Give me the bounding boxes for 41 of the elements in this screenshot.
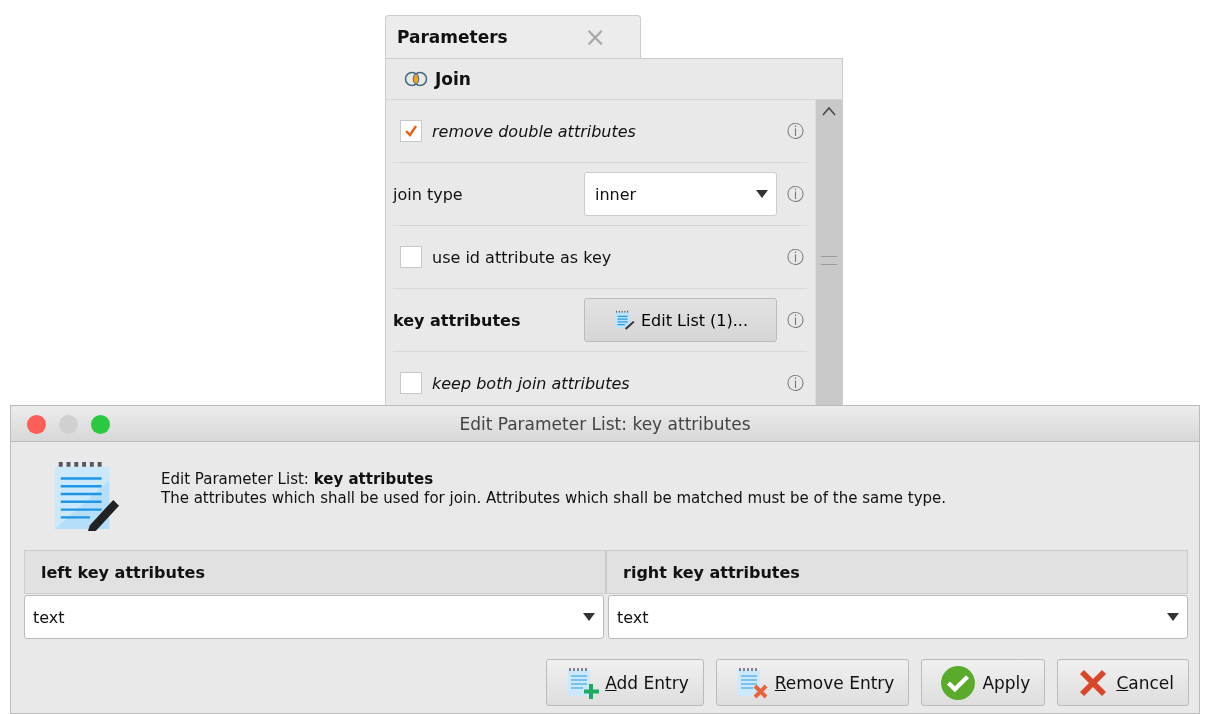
edit-list-button[interactable]: Edit List (1)... xyxy=(584,298,777,342)
checkmark-icon xyxy=(404,124,418,138)
parameter-label: join type xyxy=(393,184,464,204)
caret-icon xyxy=(756,190,768,198)
scroll-grip-icon[interactable] xyxy=(821,256,837,265)
info-icon[interactable]: ⓘ xyxy=(787,182,807,206)
info-icon[interactable]: ⓘ xyxy=(787,371,807,395)
remove-button[interactable]: Remove Entry xyxy=(715,659,910,706)
info-icon[interactable]: ⓘ xyxy=(787,308,807,332)
join-type-dropdown[interactable]: inner xyxy=(584,172,777,216)
checkmark-circle-icon xyxy=(940,664,977,701)
checkbox[interactable] xyxy=(400,120,422,142)
caret-icon xyxy=(1167,613,1179,621)
scrollbar[interactable] xyxy=(815,100,842,405)
parameters-tab[interactable]: Parameters × xyxy=(385,15,641,58)
parameter-label: keep both join attributes xyxy=(432,373,631,393)
scroll-up-icon[interactable] xyxy=(822,106,836,116)
column-header[interactable]: right key attributes xyxy=(606,550,1188,594)
minimize-window-button[interactable] xyxy=(59,415,78,434)
dialog-heading: Edit Parameter List: key attributes xyxy=(161,469,435,488)
parameter-label: remove double attributes xyxy=(432,121,637,141)
close-window-button[interactable] xyxy=(27,415,46,434)
checkbox[interactable] xyxy=(400,246,422,268)
caret-icon xyxy=(583,613,595,621)
parameter-label: use id attribute as key xyxy=(432,247,613,267)
dialog-description: The attributes which shall be used for join. Attributes which shall be matched must be of the same type. xyxy=(161,488,947,507)
info-icon[interactable]: ⓘ xyxy=(787,245,807,269)
cancel-button[interactable]: Cancel xyxy=(1057,659,1189,706)
info-icon[interactable]: ⓘ xyxy=(787,119,807,143)
operator-name: Join xyxy=(435,69,471,89)
apply-button[interactable]: Apply xyxy=(921,659,1046,706)
checkbox[interactable] xyxy=(400,372,422,394)
notepad-plus-icon xyxy=(565,665,600,700)
add-button[interactable]: Add Entry xyxy=(546,659,704,706)
venn-icon xyxy=(403,71,429,87)
parameter-label: key attributes xyxy=(393,310,522,330)
column-header[interactable]: left key attributes xyxy=(24,550,606,594)
attribute-dropdown[interactable]: text xyxy=(24,595,604,639)
zoom-window-button[interactable] xyxy=(91,415,110,434)
dialog-title: Edit Parameter List: key attributes xyxy=(459,413,751,434)
attribute-dropdown[interactable]: text xyxy=(608,595,1188,639)
